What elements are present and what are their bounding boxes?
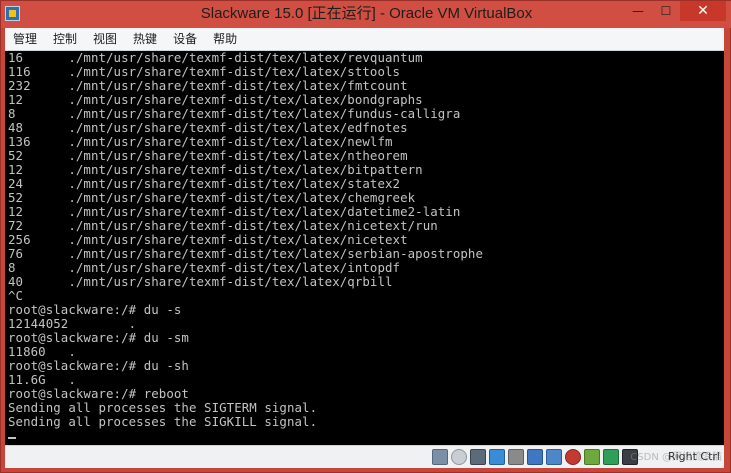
terminal-line: 256 ./mnt/usr/share/texmf-dist/tex/latex…	[8, 232, 408, 247]
terminal-line: 8 ./mnt/usr/share/texmf-dist/tex/latex/f…	[8, 106, 461, 121]
terminal-line: root@slackware:/# du -sh	[8, 358, 189, 373]
terminal-line: root@slackware:/# reboot	[8, 386, 189, 401]
title-bar[interactable]: Slackware 15.0 [正在运行] - Oracle VM Virtua…	[1, 1, 731, 28]
terminal-line: 232 ./mnt/usr/share/texmf-dist/tex/latex…	[8, 78, 408, 93]
shared-folder-icon[interactable]	[527, 449, 543, 465]
minimize-button[interactable]: —	[624, 1, 652, 21]
status-icons	[432, 449, 638, 465]
menu-bar: 管理 控制 视图 热键 设备 帮助	[5, 28, 724, 51]
terminal-line: 52 ./mnt/usr/share/texmf-dist/tex/latex/…	[8, 190, 416, 205]
menu-item-devices[interactable]: 设备	[165, 28, 205, 50]
terminal-line: 12 ./mnt/usr/share/texmf-dist/tex/latex/…	[8, 162, 423, 177]
usb-icon[interactable]	[508, 449, 524, 465]
audio-icon[interactable]	[470, 449, 486, 465]
window-controls: — ☐ ✕	[624, 1, 726, 21]
menu-item-help[interactable]: 帮助	[205, 28, 245, 50]
terminal-line: 76 ./mnt/usr/share/texmf-dist/tex/latex/…	[8, 246, 484, 261]
mouse-integration-icon[interactable]	[603, 449, 619, 465]
vm-console-screen[interactable]: 16 ./mnt/usr/share/texmf-dist/tex/latex/…	[5, 51, 724, 445]
close-button[interactable]: ✕	[680, 1, 726, 21]
terminal-line: 12 ./mnt/usr/share/texmf-dist/tex/latex/…	[8, 92, 423, 107]
terminal-cursor	[8, 437, 16, 439]
network-icon[interactable]	[489, 449, 505, 465]
status-bar: Right Ctrl	[5, 445, 724, 468]
terminal-line: 72 ./mnt/usr/share/texmf-dist/tex/latex/…	[8, 218, 438, 233]
terminal-line: 11.6G .	[8, 372, 76, 387]
terminal-line: ^C	[8, 288, 24, 303]
display-icon[interactable]	[546, 449, 562, 465]
menu-item-control[interactable]: 控制	[45, 28, 85, 50]
terminal-line: root@slackware:/# du -s	[8, 302, 182, 317]
terminal-line: root@slackware:/# du -sm	[8, 330, 189, 345]
terminal-line: 12144052 .	[8, 316, 137, 331]
virtualbox-window: Slackware 15.0 [正在运行] - Oracle VM Virtua…	[0, 0, 731, 473]
csdn-watermark: CSDN @网络流浪猫	[630, 452, 722, 463]
terminal-line: 24 ./mnt/usr/share/texmf-dist/tex/latex/…	[8, 176, 401, 191]
terminal-line: 52 ./mnt/usr/share/texmf-dist/tex/latex/…	[8, 148, 408, 163]
terminal-line: 16 ./mnt/usr/share/texmf-dist/tex/latex/…	[8, 51, 423, 65]
menu-item-view[interactable]: 视图	[85, 28, 125, 50]
window-title: Slackware 15.0 [正在运行] - Oracle VM Virtua…	[200, 5, 533, 22]
menu-item-manage[interactable]: 管理	[5, 28, 45, 50]
menu-item-hotkeys[interactable]: 热键	[125, 28, 165, 50]
maximize-button[interactable]: ☐	[652, 1, 680, 21]
terminal-line: 11860 .	[8, 344, 76, 359]
terminal-line: 48 ./mnt/usr/share/texmf-dist/tex/latex/…	[8, 120, 408, 135]
video-capture-icon[interactable]	[565, 449, 581, 465]
terminal-line: 40 ./mnt/usr/share/texmf-dist/tex/latex/…	[8, 274, 393, 289]
optical-drive-icon[interactable]	[451, 449, 467, 465]
terminal-line: 116 ./mnt/usr/share/texmf-dist/tex/latex…	[8, 64, 401, 79]
terminal-line: 12 ./mnt/usr/share/texmf-dist/tex/latex/…	[8, 204, 461, 219]
terminal-line: Sending all processes the SIGKILL signal…	[8, 414, 318, 429]
terminal-line: 136 ./mnt/usr/share/texmf-dist/tex/latex…	[8, 134, 393, 149]
hard-disk-icon[interactable]	[432, 449, 448, 465]
terminal-line: Sending all processes the SIGTERM signal…	[8, 400, 318, 415]
terminal-line: 8 ./mnt/usr/share/texmf-dist/tex/latex/i…	[8, 260, 401, 275]
cpu-icon[interactable]	[584, 449, 600, 465]
